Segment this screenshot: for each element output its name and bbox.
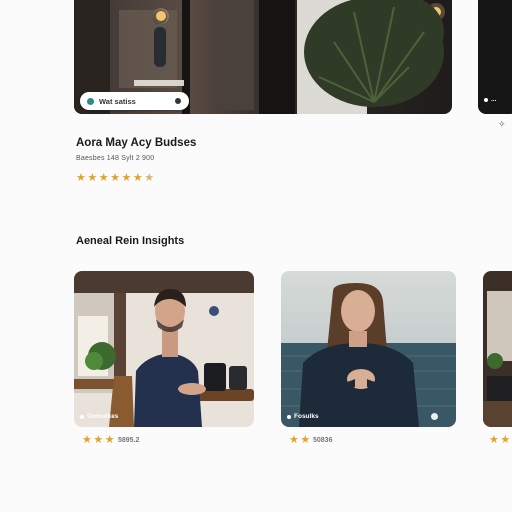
insight-card[interactable]: Fosulks bbox=[281, 271, 456, 427]
featured-subtitle: Baesbes 148 Sylt 2 900 bbox=[76, 155, 155, 162]
bookmark-icon[interactable] bbox=[175, 98, 181, 104]
star-icon: ★ bbox=[121, 172, 132, 184]
insight-rating-text-2: 50836 bbox=[313, 437, 333, 444]
location-pill-text: Wat satiss bbox=[99, 96, 136, 106]
insight-rating-2: ★ ★ bbox=[289, 435, 310, 446]
pin-icon bbox=[484, 97, 488, 102]
insight-photo-2 bbox=[281, 271, 456, 427]
insight-rating-text-1: 5895.2 bbox=[118, 437, 140, 444]
star-icon: ★ bbox=[98, 172, 109, 184]
insight-overlay-label: Fosulks bbox=[287, 413, 319, 420]
featured-title: Aora May Acy Budses bbox=[76, 137, 197, 149]
star-icon: ★ bbox=[500, 434, 511, 446]
insight-rating-1: ★ ★ ★ bbox=[82, 435, 115, 446]
side-card[interactable]: ... bbox=[478, 0, 512, 114]
featured-rating: ★ ★ ★ ★ ★ ★ ★ bbox=[76, 173, 154, 184]
star-icon: ★ bbox=[104, 434, 115, 446]
featured-card[interactable]: Wat satiss bbox=[74, 0, 452, 114]
star-icon: ★ bbox=[300, 434, 311, 446]
insight-photo-3 bbox=[483, 271, 512, 427]
insight-photo-1 bbox=[74, 271, 254, 427]
insight-card[interactable]: Oomulkes bbox=[74, 271, 254, 427]
star-icon: ★ bbox=[76, 172, 86, 184]
pin-icon bbox=[287, 414, 291, 419]
share-icon[interactable]: ✧ bbox=[498, 119, 506, 130]
star-half-icon: ★ bbox=[144, 172, 155, 184]
insight-overlay-label: Oomulkes bbox=[80, 413, 118, 420]
location-pill[interactable]: Wat satiss bbox=[80, 92, 189, 110]
bookmark-icon[interactable] bbox=[431, 413, 438, 420]
star-icon: ★ bbox=[82, 434, 92, 446]
location-icon bbox=[87, 97, 94, 105]
insight-rating-3: ★ ★ bbox=[489, 435, 510, 446]
star-icon: ★ bbox=[489, 434, 499, 446]
side-card-label: ... bbox=[484, 96, 496, 103]
pin-icon bbox=[80, 414, 84, 419]
star-icon: ★ bbox=[289, 434, 299, 446]
star-icon: ★ bbox=[132, 172, 143, 184]
insight-card[interactable] bbox=[483, 271, 512, 427]
section-title: Aeneal Rein Insights bbox=[76, 235, 185, 247]
star-icon: ★ bbox=[87, 172, 98, 184]
star-icon: ★ bbox=[93, 434, 104, 446]
star-icon: ★ bbox=[110, 172, 120, 184]
